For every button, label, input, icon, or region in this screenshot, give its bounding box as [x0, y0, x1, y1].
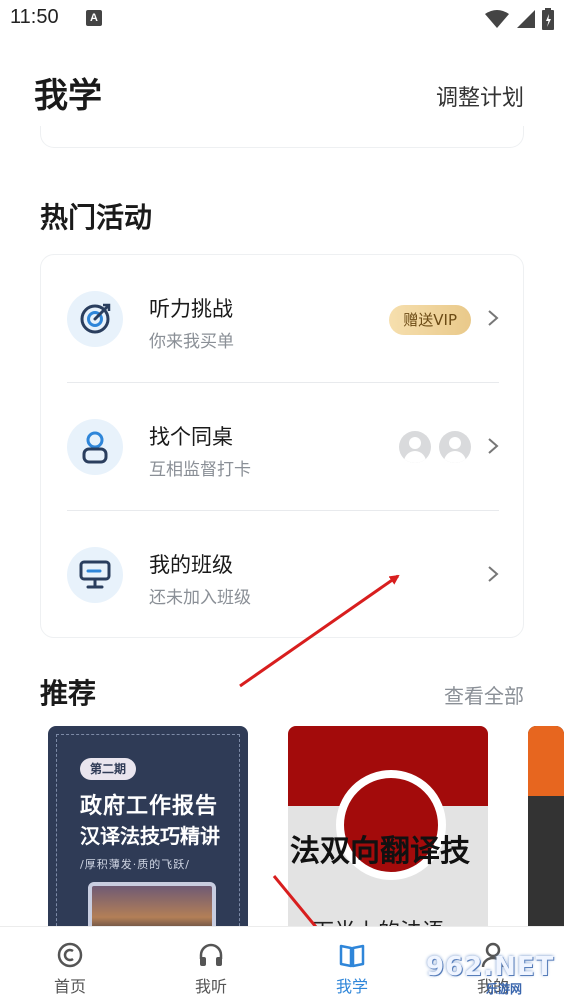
status-icons [484, 8, 554, 30]
poster-title: 政府工作报告 [80, 794, 219, 819]
tab-label: 我听 [194, 977, 227, 996]
recommend-card[interactable] [528, 726, 564, 936]
target-icon [67, 291, 123, 347]
recommend-title: 推荐 [40, 677, 97, 710]
page-title: 我学 [34, 76, 102, 116]
poster-slogan: /厚积薄发·质的飞跃/ [80, 858, 190, 871]
status-bar: 11:50 A [0, 0, 564, 38]
activity-subtitle: 你来我买单 [149, 332, 234, 352]
notification-a-icon: A [86, 10, 102, 26]
headphones-icon [199, 943, 223, 966]
watermark-text: 962.NET [426, 952, 555, 982]
book-icon [339, 944, 365, 968]
activity-title: 我的班级 [149, 553, 233, 577]
plan-card-edge [40, 126, 524, 148]
tab-label: 首页 [53, 977, 86, 996]
activity-find-deskmate[interactable]: 找个同桌 互相监督打卡 [41, 383, 525, 511]
adjust-plan-button[interactable]: 调整计划 [436, 80, 524, 112]
home-icon [57, 942, 83, 968]
chevron-right-icon [488, 310, 499, 326]
activity-title: 听力挑战 [149, 297, 233, 321]
avatar [399, 431, 431, 463]
avatar [439, 431, 471, 463]
person-icon [67, 419, 123, 475]
tab-label: 我学 [335, 977, 368, 996]
status-time: 11:50 [10, 6, 59, 28]
poster-title: 法双向翻译技 [290, 834, 470, 869]
page-header: 我学 调整计划 [0, 56, 564, 126]
vip-badge: 赠送VIP [389, 305, 471, 335]
activity-title: 找个同桌 [149, 425, 233, 449]
chevron-right-icon [488, 566, 499, 582]
recommend-card[interactable]: 第二期 政府工作报告 汉译法技巧精讲 /厚积薄发·质的飞跃/ [48, 726, 248, 936]
view-all-link[interactable]: 查看全部 [444, 680, 524, 709]
activity-subtitle: 还未加入班级 [149, 588, 251, 608]
recommend-card[interactable]: 法双向翻译技 下半上的法语 [288, 726, 488, 936]
watermark-subtext: 乐游网 [486, 982, 523, 996]
activity-subtitle: 互相监督打卡 [149, 460, 251, 480]
battery-icon [542, 8, 554, 30]
poster-issue-badge: 第二期 [80, 758, 137, 780]
activity-my-class[interactable]: 我的班级 还未加入班级 [41, 511, 525, 639]
hot-activities-title: 热门活动 [40, 201, 153, 234]
classroom-screen-icon [67, 547, 123, 603]
tab-study[interactable]: 我学 [302, 927, 402, 1002]
signal-icon [517, 10, 535, 28]
tab-listen[interactable]: 我听 [161, 927, 261, 1002]
poster-orange-band [528, 726, 564, 796]
hot-activities-card: 听力挑战 你来我买单 赠送VIP 找个同桌 互相监督打卡 我的班级 还未加入班级 [40, 254, 524, 638]
poster-subtitle: 汉译法技巧精讲 [80, 824, 220, 848]
activity-listening-challenge[interactable]: 听力挑战 你来我买单 赠送VIP [41, 255, 525, 383]
watermark-logo: 962.NET 乐游网 [426, 952, 558, 996]
chevron-right-icon [488, 438, 499, 454]
tab-home[interactable]: 首页 [20, 927, 120, 1002]
wifi-icon [485, 10, 509, 28]
